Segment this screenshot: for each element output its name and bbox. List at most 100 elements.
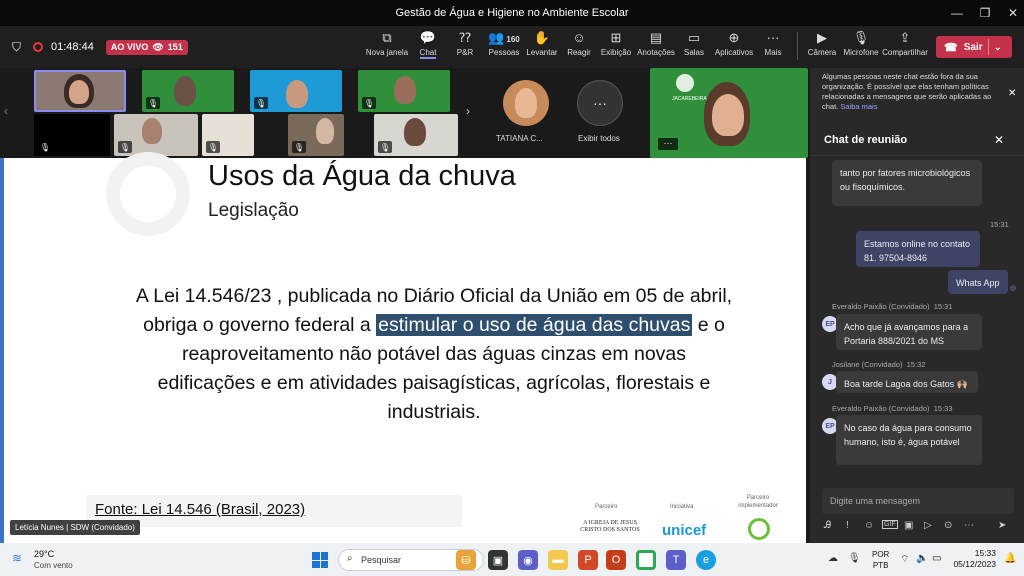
chevron-down-icon[interactable]: ⌄ (994, 42, 1002, 53)
partner-label-2: Iniciativa (670, 504, 694, 510)
participant-tile[interactable]: 🎙 (358, 70, 450, 112)
lang-indicator[interactable]: POR PTB (872, 549, 889, 571)
compose-toolbar: Ꭿ ! ☺ GIF ▣ ▷ ⊙ ⋯ ➤ (824, 520, 1014, 536)
teams-chat-icon[interactable]: ◉ (518, 550, 538, 570)
hand-icon: ✋ (533, 30, 551, 45)
participant-tile[interactable]: 🎙 (114, 114, 198, 156)
volume-icon[interactable]: 🔈 (916, 553, 928, 564)
clock-time: 15:33 (974, 548, 996, 558)
slide-body-highlight: estimular o uso de água das chuvas (376, 314, 693, 336)
close-chat-icon[interactable]: ✕ (994, 133, 1004, 147)
participant-tile[interactable] (34, 70, 126, 112)
grid-icon: ⊞ (610, 30, 622, 45)
qa-icon: ⁇ (459, 30, 471, 45)
message-author: Everaldo Paixão (Convidado) 15:33 (832, 404, 953, 413)
chat-message: Boa tarde Lagoa dos Gatos 🙌🏼 (836, 371, 978, 393)
gif-icon[interactable]: GIF (882, 520, 898, 529)
mic-off-icon: 🎙 (362, 97, 376, 109)
weather-icon: ≋ (12, 551, 23, 565)
leave-button[interactable]: ☎ Sair ⌄ (936, 36, 1012, 58)
window-title-bar: Gestão de Água e Higiene no Ambiente Esc… (0, 0, 1024, 26)
chat-message: Acho que já avançamos para a Portaria 88… (836, 314, 982, 350)
camera-icon: ▶ (817, 30, 827, 45)
message-input[interactable]: Digite uma mensagem (822, 488, 1014, 514)
more-button[interactable]: ··· Mais (749, 30, 797, 57)
slide-title: Usos da Água da chuva (208, 160, 516, 192)
phone-icon: ☎ (944, 41, 958, 54)
tray-onedrive-icon[interactable]: ☁ (828, 553, 838, 564)
new-window-icon: ⧉ (382, 30, 392, 45)
chat-panel: Algumas pessoas neste chat estão fora da… (810, 68, 1024, 543)
slide-source: Fonte: Lei 14.546 (Brasil, 2023) (95, 501, 306, 518)
more-icon: ··· (593, 95, 607, 111)
close-window-icon[interactable]: ✕ (998, 0, 1024, 26)
message-time: 15:31 (990, 220, 1009, 229)
teams-icon[interactable]: T (666, 550, 686, 570)
implementer-logo-icon (748, 518, 770, 540)
participant-tile[interactable]: 🎙 (202, 114, 254, 156)
partner-label-1: Parceiro (595, 504, 618, 510)
search-icon: ⌕ (347, 553, 353, 564)
brand-logo-text: JACAREBEIRA (672, 96, 707, 102)
tatiana-avatar[interactable] (503, 80, 549, 126)
share-button[interactable]: ⇪ Compartilhar (881, 30, 929, 57)
emoji-icon[interactable]: ☺ (864, 520, 874, 531)
file-explorer-icon[interactable]: ▬ (548, 550, 568, 570)
participant-tile[interactable]: 🎙 (142, 70, 234, 112)
sticker-icon[interactable]: ▣ (904, 520, 913, 531)
minimize-icon[interactable]: — (942, 0, 972, 26)
meeting-timer: 01:48:44 (51, 41, 94, 53)
record-icon (33, 42, 44, 52)
edge-icon[interactable]: e (696, 550, 716, 570)
scroll-left-icon[interactable]: ‹ (4, 104, 8, 118)
presentation-slide: Usos da Água da chuva Legislação A Lei 1… (22, 152, 806, 543)
learn-more-link[interactable]: Saiba mais (840, 102, 877, 111)
clock[interactable]: 15:33 05/12/2023 (950, 548, 996, 570)
important-icon[interactable]: ! (846, 520, 849, 531)
presenter-label: Letícia Nunes | SDW (Convidado) (10, 520, 140, 535)
attach-icon[interactable]: ⊙ (944, 520, 952, 531)
battery-icon[interactable]: ▭ (932, 553, 941, 564)
mic-off-icon: 🎙 (118, 141, 132, 153)
wifi-icon[interactable]: ⌔ (900, 553, 909, 566)
restore-icon[interactable]: ❐ (970, 0, 1000, 26)
mic-off-icon: 🎙 (38, 141, 52, 153)
rooms-icon: ▭ (687, 30, 701, 45)
powerpoint-icon[interactable]: P (578, 550, 598, 570)
chat-title: Chat de reunião (824, 134, 908, 146)
chrome-icon[interactable]: ● (636, 550, 656, 570)
mic-off-icon: 🎙 (146, 97, 160, 109)
microphone-button[interactable]: 🎙 Microfone (837, 30, 885, 57)
start-button[interactable] (312, 552, 328, 568)
chat-message-own: Whats App (948, 270, 1008, 294)
widgets-app-icon[interactable]: ⛁ (456, 550, 476, 570)
task-view-icon[interactable]: ▣ (488, 550, 508, 570)
show-all-button[interactable]: ··· (577, 80, 623, 126)
participant-tile[interactable]: 🎙 (288, 114, 344, 156)
participant-tile[interactable]: 🎙 (250, 70, 342, 112)
tray-mic-icon[interactable]: 🎙 (848, 553, 861, 564)
weather-temp[interactable]: 29°C (34, 549, 54, 559)
scroll-right-icon[interactable]: › (466, 104, 470, 118)
loop-icon[interactable]: ▷ (924, 520, 932, 531)
office-icon[interactable]: O (606, 550, 626, 570)
people-icon: 👥 (488, 30, 505, 45)
more-icon: ··· (766, 30, 780, 45)
send-icon[interactable]: ➤ (998, 520, 1006, 531)
show-all-label: Exibir todos (578, 134, 620, 143)
participant-tile[interactable]: 🎙 (374, 114, 458, 156)
speaker-video[interactable]: JACAREBEIRA ··· (650, 68, 808, 158)
format-icon[interactable]: Ꭿ (824, 520, 831, 531)
notification-icon[interactable]: 🔔 (1004, 553, 1016, 564)
participant-tile[interactable]: 🎙 (34, 114, 110, 156)
windows-taskbar: ≋ 29°C Com vento ⌕ Pesquisar POR PTB ⌔ 🔈… (0, 543, 1024, 576)
more-compose-icon[interactable]: ⋯ (964, 520, 974, 531)
partner-logo-church: A IGREJA DE JESUS CRISTO DOS SANTOS (580, 520, 640, 533)
plus-icon: ⊕ (728, 30, 740, 45)
close-notice-icon[interactable]: ✕ (1008, 88, 1016, 99)
message-author: Josilane (Convidado) 15:32 (832, 360, 926, 369)
window-title: Gestão de Água e Higiene no Ambiente Esc… (395, 7, 629, 19)
chat-header: Chat de reunião ✕ (810, 126, 1024, 156)
chat-message: No caso da água para consumo humano, ist… (836, 415, 982, 465)
more-options-icon[interactable]: ··· (658, 138, 678, 150)
